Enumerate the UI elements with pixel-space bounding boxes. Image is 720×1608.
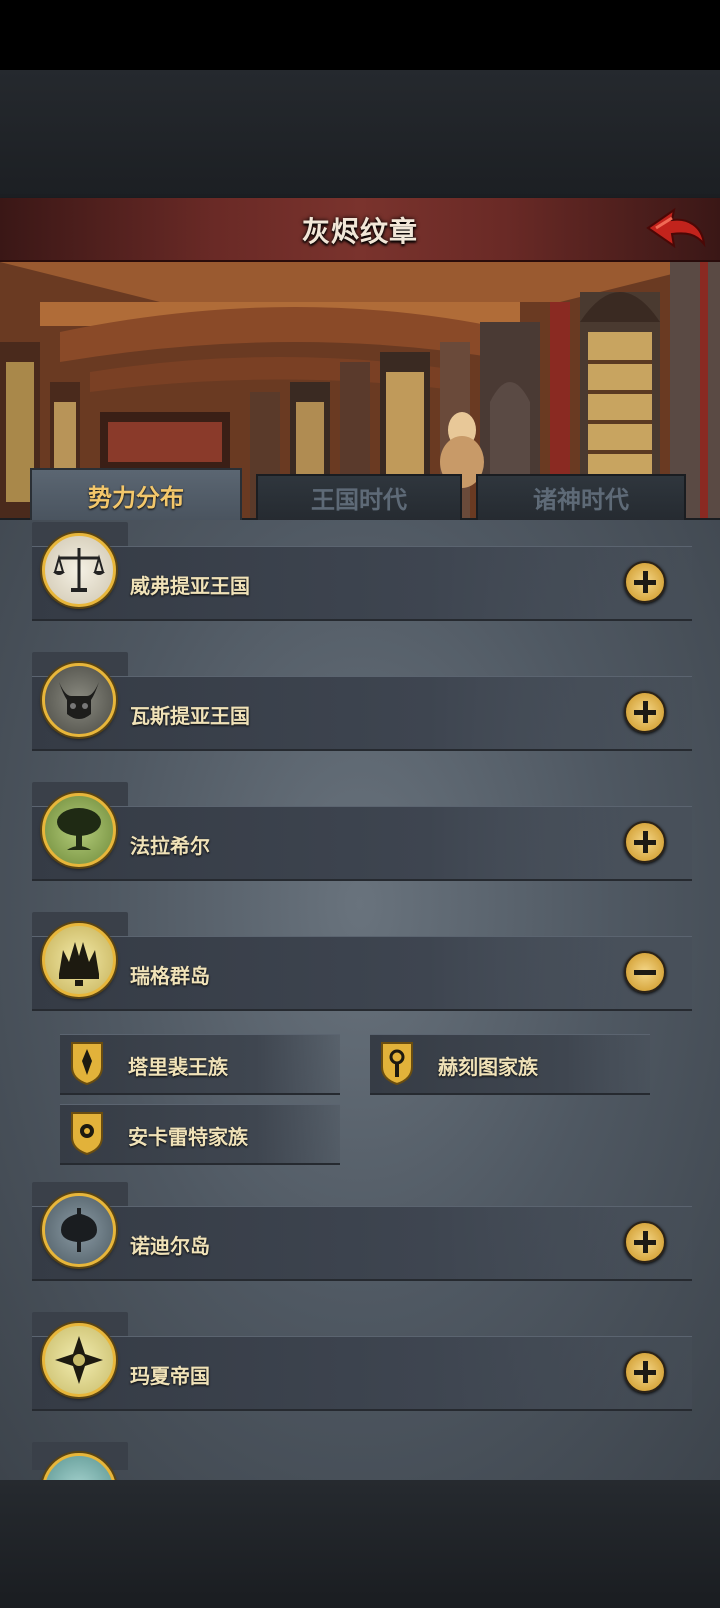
- sun-shield-icon: [71, 1112, 103, 1155]
- faction-row[interactable]: 瓦斯提亚王国: [32, 652, 692, 751]
- scales-icon: [42, 533, 116, 607]
- faction-name: 瑞格群岛: [130, 964, 210, 988]
- faction-row[interactable]: 法拉希尔: [32, 782, 692, 881]
- expand-plus-icon[interactable]: [624, 821, 666, 863]
- faction-name: 威弗提亚王国: [130, 574, 250, 598]
- demon-horns-icon: [42, 663, 116, 737]
- faction-name: 法拉希尔: [130, 834, 210, 858]
- faction-row[interactable]: 玛夏帝国: [32, 1312, 692, 1411]
- faction-row[interactable]: 瑞格群岛: [32, 912, 692, 1011]
- faction-name: 玛夏帝国: [130, 1364, 210, 1388]
- house-name: 安卡雷特家族: [128, 1125, 248, 1149]
- expand-plus-icon[interactable]: [624, 1351, 666, 1393]
- tab-bar: 势力分布 王国时代 诸神时代: [30, 468, 690, 526]
- house-item[interactable]: 赫刻图家族: [370, 1034, 650, 1095]
- axe-icon: [42, 1193, 116, 1267]
- back-button[interactable]: [644, 206, 708, 254]
- crown-castle-icon: [42, 923, 116, 997]
- tab-gods-era[interactable]: 诸神时代: [476, 474, 686, 524]
- house-name: 赫刻图家族: [438, 1055, 538, 1079]
- collapse-minus-icon[interactable]: [624, 951, 666, 993]
- faction-name: 诺迪尔岛: [130, 1234, 210, 1258]
- faction-row[interactable]: 威弗提亚王国: [32, 522, 692, 621]
- faction-row[interactable]: 诺迪尔岛: [32, 1182, 692, 1281]
- faction-name: 瓦斯提亚王国: [130, 704, 250, 728]
- top-spacer: [0, 70, 720, 198]
- expand-plus-icon[interactable]: [624, 1221, 666, 1263]
- house-item[interactable]: 安卡雷特家族: [60, 1104, 340, 1165]
- flame-shield-icon: [71, 1042, 103, 1085]
- bottom-area: [0, 1480, 720, 1608]
- title-bar: 灰烬纹章: [0, 198, 720, 263]
- compass-cross-icon: [42, 1323, 116, 1397]
- expand-plus-icon[interactable]: [624, 561, 666, 603]
- eye-shield-icon: [381, 1042, 413, 1085]
- tab-faction-distribution[interactable]: 势力分布: [30, 468, 242, 526]
- faction-list[interactable]: 威弗提亚王国 瓦斯提亚王国 法拉希尔 瑞格群岛 塔里裴王族 赫刻图家族 安卡雷特…: [0, 520, 720, 1480]
- house-item[interactable]: 塔里裴王族: [60, 1034, 340, 1095]
- tree-icon: [42, 793, 116, 867]
- tab-kingdom-era[interactable]: 王国时代: [256, 474, 462, 524]
- back-arrow-icon: [646, 207, 706, 249]
- expand-plus-icon[interactable]: [624, 691, 666, 733]
- house-name: 塔里裴王族: [128, 1055, 228, 1079]
- faction-row-partial[interactable]: [32, 1442, 692, 1480]
- status-bar: [0, 0, 720, 70]
- page-title: 灰烬纹章: [301, 215, 418, 248]
